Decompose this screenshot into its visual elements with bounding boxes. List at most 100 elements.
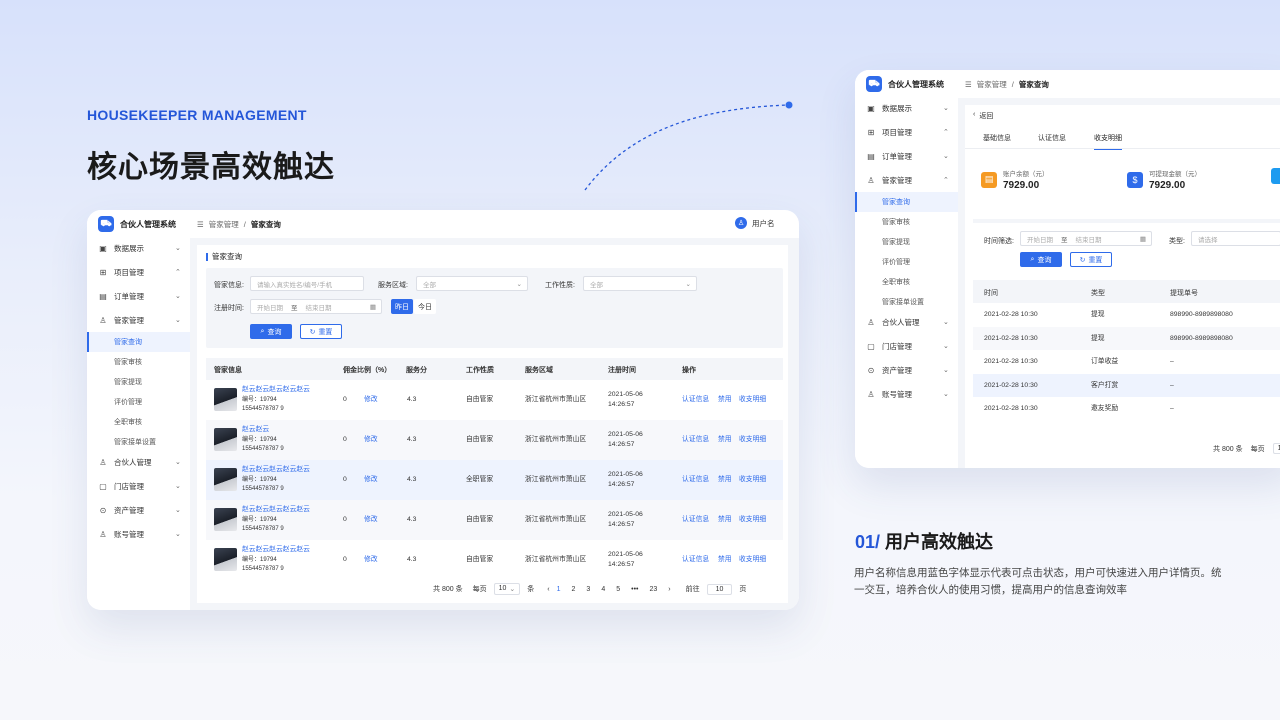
edit-ratio-link[interactable]: 修改 [364, 555, 378, 565]
sidebar-item-account[interactable]: ♙ 账号管理 ⌄ [98, 522, 188, 546]
record-time: 2021-02-28 10:30 [984, 381, 1038, 389]
submenu-housekeeper-withdraw[interactable]: 管家提现 [855, 232, 958, 252]
disable-link[interactable]: 禁用 [718, 555, 732, 565]
income-detail-link[interactable]: 收支明细 [739, 395, 766, 405]
submenu-housekeeper-query[interactable]: 管家查询 [855, 192, 958, 212]
housekeeper-name-link[interactable]: 赵云赵云 [242, 425, 269, 435]
type-label: 工作性质: [545, 282, 575, 289]
col-type: 类型 [1091, 290, 1105, 297]
page-size-select[interactable]: 10 [1272, 443, 1280, 454]
reset-button[interactable]: ↻ 重置 [300, 324, 342, 339]
sidebar-item-order[interactable]: ▤ 订单管理 ⌄ [98, 284, 188, 308]
page-size-select[interactable]: 10 ⌄ [493, 583, 521, 595]
sidebar-item-account[interactable]: ♙ 账号管理 ⌄ [866, 382, 956, 406]
page-ellipsis[interactable]: ••• [631, 586, 638, 593]
search-button[interactable]: ⌕ 查询 [250, 324, 292, 339]
tab-certification[interactable]: 认证信息 [1038, 133, 1066, 143]
prev-page-icon[interactable]: ‹ [547, 586, 549, 593]
submenu-fulltime-review[interactable]: 全职审核 [87, 412, 190, 432]
housekeeper-name-link[interactable]: 赵云赵云赵云赵云赵云 [242, 505, 310, 515]
cert-info-link[interactable]: 认证信息 [682, 395, 709, 405]
page-4[interactable]: 4 [601, 586, 605, 593]
disable-link[interactable]: 禁用 [718, 475, 732, 485]
sidebar-item-partner[interactable]: ♙ 合伙人管理 ⌄ [98, 450, 188, 474]
yesterday-button[interactable]: 昨日 [391, 299, 413, 314]
register-time: 14:26:57 [608, 481, 635, 488]
submenu-review-management[interactable]: 评价管理 [855, 252, 958, 272]
submenu-housekeeper-review[interactable]: 管家审核 [855, 212, 958, 232]
cert-info-link[interactable]: 认证信息 [682, 515, 709, 525]
sidebar-item-project[interactable]: ⊞ 项目管理 ⌃ [866, 120, 956, 144]
breadcrumb: ☰ 管家管理 / 管家查询 [197, 216, 281, 232]
income-detail-link[interactable]: 收支明细 [739, 515, 766, 525]
submenu-housekeeper-query[interactable]: 管家查询 [87, 332, 190, 352]
page-1[interactable]: 1 [557, 586, 561, 593]
user-menu[interactable]: ♙ 用户名 [735, 215, 775, 231]
sidebar-item-project[interactable]: ⊞ 项目管理 ⌃ [98, 260, 188, 284]
panel-title: 管家查询 [206, 253, 242, 261]
edit-ratio-link[interactable]: 修改 [364, 475, 378, 485]
partner-icon: ♙ [867, 317, 875, 327]
menu-toggle-icon[interactable]: ☰ [965, 80, 972, 89]
page-3[interactable]: 3 [586, 586, 590, 593]
housekeeper-avatar [214, 508, 237, 531]
page-5[interactable]: 5 [616, 586, 620, 593]
submenu-order-settings[interactable]: 管家接单设置 [855, 292, 958, 312]
sidebar-item-store[interactable]: ▢ 门店管理 ⌄ [866, 334, 956, 358]
menu-toggle-icon[interactable]: ☰ [197, 220, 204, 229]
next-page-icon[interactable]: › [668, 586, 670, 593]
money-bag-icon: $ [1127, 171, 1143, 188]
sidebar-item-housekeeper[interactable]: ♙ 管家管理 ⌄ [98, 308, 188, 332]
income-detail-link[interactable]: 收支明细 [739, 555, 766, 565]
housekeeper-name-link[interactable]: 赵云赵云赵云赵云赵云 [242, 385, 310, 395]
submenu-housekeeper-withdraw[interactable]: 管家提现 [87, 372, 190, 392]
service-area: 浙江省杭州市萧山区 [525, 556, 587, 563]
type-select[interactable]: 请选择 [1191, 231, 1280, 246]
disable-link[interactable]: 禁用 [718, 515, 732, 525]
tab-basic-info[interactable]: 基础信息 [983, 133, 1011, 143]
today-button[interactable]: 今日 [414, 299, 436, 314]
submenu-housekeeper-review[interactable]: 管家审核 [87, 352, 190, 372]
page-2[interactable]: 2 [572, 586, 576, 593]
register-time: 14:26:57 [608, 521, 635, 528]
cert-info-link[interactable]: 认证信息 [682, 475, 709, 485]
income-detail-link[interactable]: 收支明细 [739, 475, 766, 485]
page-unit: 页 [739, 586, 747, 593]
page-last[interactable]: 23 [649, 586, 657, 593]
record-time: 2021-02-28 10:30 [984, 405, 1038, 413]
edit-ratio-link[interactable]: 修改 [364, 515, 378, 525]
income-detail-link[interactable]: 收支明细 [739, 435, 766, 445]
sidebar-item-asset[interactable]: ⊙ 资产管理 ⌄ [866, 358, 956, 382]
sidebar-item-store[interactable]: ▢ 门店管理 ⌄ [98, 474, 188, 498]
disable-link[interactable]: 禁用 [718, 395, 732, 405]
housekeeper-name-link[interactable]: 赵云赵云赵云赵云赵云 [242, 545, 310, 555]
sidebar-item-data[interactable]: ▣ 数据展示 ⌄ [98, 236, 188, 260]
date-range-input[interactable]: 开始日期 至 结束日期 ▦ [250, 299, 382, 314]
back-link[interactable]: ‹ 返回 [973, 111, 993, 121]
goto-input[interactable]: 10 [706, 583, 733, 595]
sidebar-item-order[interactable]: ▤ 订单管理 ⌄ [866, 144, 956, 168]
info-input[interactable]: 请输入真实姓名/编号/手机 [250, 276, 364, 291]
submenu-fulltime-review[interactable]: 全职审核 [855, 272, 958, 292]
cert-info-link[interactable]: 认证信息 [682, 555, 709, 565]
date-range-input[interactable]: 开始日期 至 结束日期 ▦ [1020, 231, 1152, 246]
edit-ratio-link[interactable]: 修改 [364, 395, 378, 405]
breadcrumb-parent[interactable]: 管家管理 [977, 79, 1007, 90]
submenu-review-management[interactable]: 评价管理 [87, 392, 190, 412]
eyebrow-text: HOUSEKEEPER MANAGEMENT [87, 107, 307, 123]
housekeeper-name-link[interactable]: 赵云赵云赵云赵云赵云 [242, 465, 310, 475]
edit-ratio-link[interactable]: 修改 [364, 435, 378, 445]
submenu-order-settings[interactable]: 管家接单设置 [87, 432, 190, 452]
sidebar-item-asset[interactable]: ⊙ 资产管理 ⌄ [98, 498, 188, 522]
breadcrumb-parent[interactable]: 管家管理 [209, 219, 239, 230]
type-select[interactable]: 全部 ⌄ [583, 276, 697, 291]
tab-income-detail[interactable]: 收支明细 [1094, 133, 1122, 150]
cert-info-link[interactable]: 认证信息 [682, 435, 709, 445]
sidebar-item-housekeeper[interactable]: ♙ 管家管理 ⌃ [866, 168, 956, 192]
sidebar-item-partner[interactable]: ♙ 合伙人管理 ⌄ [866, 310, 956, 334]
sidebar-item-data[interactable]: ▣ 数据展示 ⌄ [866, 96, 956, 120]
search-button[interactable]: ⌕ 查询 [1020, 252, 1062, 267]
disable-link[interactable]: 禁用 [718, 435, 732, 445]
area-select[interactable]: 全部 ⌄ [416, 276, 528, 291]
reset-button[interactable]: ↻ 重置 [1070, 252, 1112, 267]
